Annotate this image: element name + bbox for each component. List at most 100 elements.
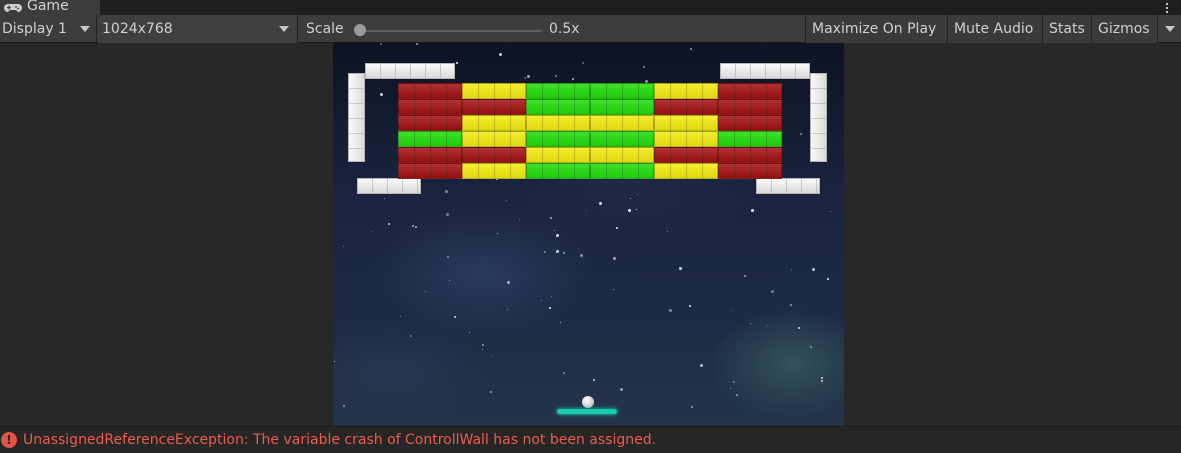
star xyxy=(550,217,552,219)
star xyxy=(744,275,746,277)
star xyxy=(447,256,449,258)
star xyxy=(730,388,731,389)
brick xyxy=(398,99,462,115)
star xyxy=(519,219,520,220)
star xyxy=(556,234,559,237)
resolution-dropdown[interactable]: 1024x768 xyxy=(98,15,298,43)
star xyxy=(343,246,344,247)
star xyxy=(449,280,450,281)
star xyxy=(380,93,383,96)
star xyxy=(415,226,417,228)
brick xyxy=(462,99,526,115)
error-message: UnassignedReferenceException: The variab… xyxy=(23,432,657,448)
brick xyxy=(590,147,654,163)
star xyxy=(767,325,768,326)
star xyxy=(599,202,602,205)
star xyxy=(669,309,672,312)
star xyxy=(700,364,703,367)
star xyxy=(491,356,492,357)
star xyxy=(425,291,426,292)
star xyxy=(798,327,800,329)
star xyxy=(830,211,831,212)
star xyxy=(506,200,507,201)
star xyxy=(482,344,484,346)
star xyxy=(733,381,735,383)
ball xyxy=(582,396,594,408)
scale-slider-thumb[interactable] xyxy=(354,24,366,36)
maximize-on-play-button[interactable]: Maximize On Play xyxy=(805,15,946,43)
more-options-icon[interactable] xyxy=(1163,0,1171,15)
tab-game[interactable]: Game xyxy=(0,0,100,15)
star xyxy=(563,252,565,254)
star xyxy=(563,372,565,374)
tab-game-label: Game xyxy=(27,0,69,14)
brick xyxy=(590,83,654,99)
brick xyxy=(462,115,526,131)
star xyxy=(643,66,645,68)
game-viewport xyxy=(0,43,1181,426)
star xyxy=(507,309,508,310)
chevron-down-icon xyxy=(1164,26,1175,32)
wall-right xyxy=(810,73,827,162)
console-status-bar[interactable]: ! UnassignedReferenceException: The vari… xyxy=(0,426,1181,453)
scale-slider-track[interactable] xyxy=(360,30,542,32)
gamepad-icon xyxy=(4,3,22,12)
star xyxy=(800,133,802,135)
brick xyxy=(526,115,590,131)
chevron-down-icon xyxy=(279,26,289,32)
star xyxy=(812,268,815,271)
brick xyxy=(462,131,526,147)
brick xyxy=(654,99,718,115)
star xyxy=(556,250,559,253)
star xyxy=(544,251,546,253)
star xyxy=(582,62,584,64)
brick xyxy=(398,131,462,147)
star xyxy=(593,379,595,381)
star xyxy=(388,223,390,225)
brick xyxy=(654,163,718,179)
brick xyxy=(718,147,782,163)
brick xyxy=(718,115,782,131)
star xyxy=(827,278,829,280)
gizmos-button[interactable]: Gizmos xyxy=(1091,15,1157,43)
display-label: Display 1 xyxy=(2,21,67,37)
star xyxy=(490,391,492,393)
scale-value: 0.5x xyxy=(549,21,580,37)
paddle xyxy=(557,409,617,414)
star xyxy=(679,267,682,270)
star xyxy=(791,269,792,270)
star xyxy=(412,225,414,227)
brick xyxy=(654,83,718,99)
star xyxy=(416,43,418,45)
brick xyxy=(398,83,462,99)
brick xyxy=(590,115,654,131)
brick xyxy=(398,115,462,131)
star xyxy=(736,394,738,396)
star xyxy=(630,198,631,199)
mute-audio-button[interactable]: Mute Audio xyxy=(947,15,1042,43)
star xyxy=(691,406,693,408)
brick xyxy=(718,83,782,99)
wall-bottom-left xyxy=(357,178,421,194)
star xyxy=(541,300,542,301)
star xyxy=(334,361,335,362)
star xyxy=(771,290,774,293)
star xyxy=(636,209,637,210)
brick xyxy=(526,147,590,163)
brick xyxy=(718,163,782,179)
stats-button[interactable]: Stats xyxy=(1042,15,1091,43)
game-view[interactable] xyxy=(333,43,844,426)
gizmos-dropdown[interactable] xyxy=(1157,15,1181,43)
star xyxy=(380,43,382,45)
star xyxy=(586,210,587,211)
star xyxy=(527,75,530,78)
brick xyxy=(462,163,526,179)
star xyxy=(613,257,616,260)
tab-bar: Game xyxy=(0,0,1181,15)
star xyxy=(628,209,631,212)
star xyxy=(499,53,502,56)
display-dropdown[interactable]: Display 1 xyxy=(0,15,97,43)
game-toolbar: Display 1 1024x768 Scale 0.5x Maximize O… xyxy=(0,15,1181,43)
star xyxy=(554,230,555,231)
star xyxy=(507,281,510,284)
